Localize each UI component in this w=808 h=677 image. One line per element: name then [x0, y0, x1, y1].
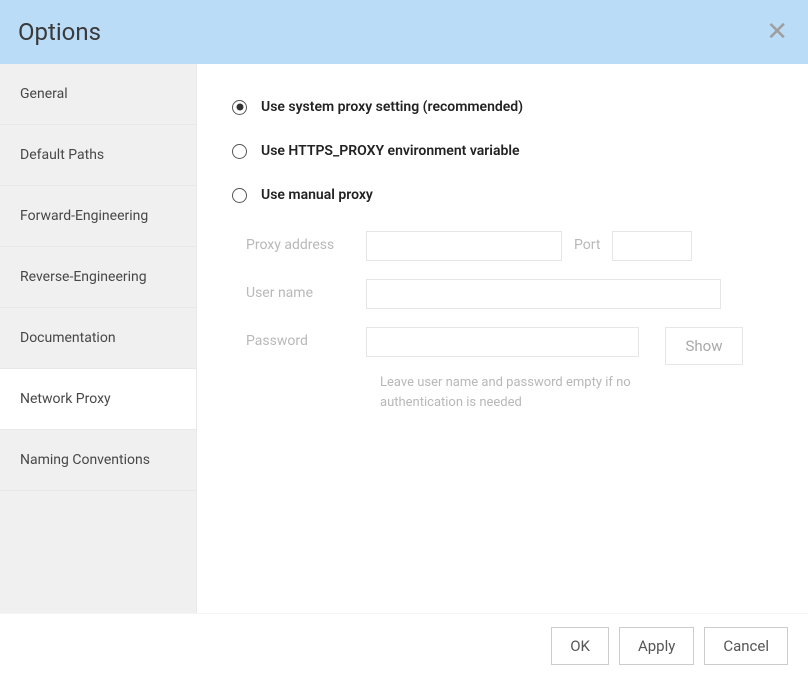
sidebar-item-naming-conventions[interactable]: Naming Conventions: [0, 430, 196, 491]
username-label: User name: [246, 279, 366, 301]
sidebar-item-network-proxy[interactable]: Network Proxy: [0, 369, 196, 430]
dialog-body: General Default Paths Forward-Engineerin…: [0, 64, 808, 613]
form-row-password: Password Show: [246, 327, 773, 365]
sidebar-item-documentation[interactable]: Documentation: [0, 308, 196, 369]
close-icon[interactable]: ✕: [766, 19, 788, 45]
radio-row-manual-proxy: Use manual proxy: [232, 187, 773, 203]
form-row-username: User name: [246, 279, 773, 309]
radio-system-proxy[interactable]: [232, 100, 247, 115]
apply-button[interactable]: Apply: [619, 627, 694, 665]
username-input[interactable]: [366, 279, 721, 309]
radio-row-system-proxy: Use system proxy setting (recommended): [232, 99, 773, 115]
sidebar-item-general[interactable]: General: [0, 64, 196, 125]
port-label: Port: [574, 231, 600, 253]
dialog-header: Options ✕: [0, 0, 808, 64]
sidebar-item-forward-engineering[interactable]: Forward-Engineering: [0, 186, 196, 247]
sidebar-item-reverse-engineering[interactable]: Reverse-Engineering: [0, 247, 196, 308]
password-input[interactable]: [366, 327, 639, 357]
radio-https-proxy-env[interactable]: [232, 144, 247, 159]
ok-button[interactable]: OK: [551, 627, 609, 665]
password-label: Password: [246, 327, 366, 349]
main-panel: Use system proxy setting (recommended) U…: [197, 64, 808, 613]
proxy-address-label: Proxy address: [246, 231, 366, 253]
port-input[interactable]: [612, 231, 692, 261]
cancel-button[interactable]: Cancel: [704, 627, 788, 665]
radio-label-https-proxy-env[interactable]: Use HTTPS_PROXY environment variable: [261, 143, 520, 159]
sidebar: General Default Paths Forward-Engineerin…: [0, 64, 197, 613]
radio-label-manual-proxy[interactable]: Use manual proxy: [261, 187, 373, 203]
dialog-title: Options: [18, 18, 101, 46]
radio-manual-proxy[interactable]: [232, 188, 247, 203]
sidebar-item-default-paths[interactable]: Default Paths: [0, 125, 196, 186]
password-helper-text: Leave user name and password empty if no…: [380, 373, 680, 412]
dialog-footer: OK Apply Cancel: [0, 613, 808, 677]
radio-label-system-proxy[interactable]: Use system proxy setting (recommended): [261, 99, 523, 115]
form-row-address: Proxy address Port: [246, 231, 773, 261]
proxy-address-input[interactable]: [366, 231, 562, 261]
manual-proxy-form: Proxy address Port User name Password Sh…: [246, 231, 773, 412]
radio-row-https-proxy-env: Use HTTPS_PROXY environment variable: [232, 143, 773, 159]
show-password-button[interactable]: Show: [665, 327, 743, 365]
